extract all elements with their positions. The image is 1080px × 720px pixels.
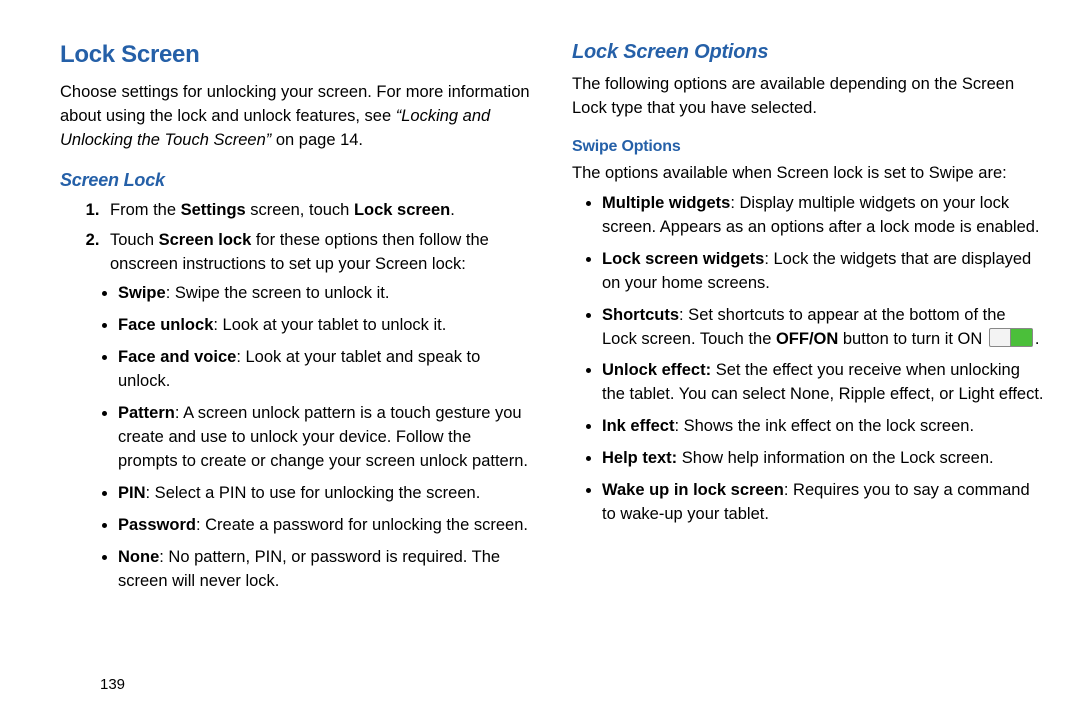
swipe-options-heading: Swipe Options xyxy=(572,135,1044,158)
intro-paragraph: Choose settings for unlocking your scree… xyxy=(60,81,532,153)
option-face-and-voice: Face and voice: Look at your tablet and … xyxy=(118,346,532,394)
option-pattern: Pattern: A screen unlock pattern is a to… xyxy=(118,402,532,474)
swipe-options-intro: The options available when Screen lock i… xyxy=(572,162,1044,186)
intro-text-b: on page 14. xyxy=(271,131,363,149)
right-column: Lock Screen Options The following option… xyxy=(572,30,1044,708)
opt-lock-screen-widgets: Lock screen widgets: Lock the widgets th… xyxy=(602,248,1044,296)
option-password: Password: Create a password for unlockin… xyxy=(118,514,532,538)
step1-c: screen, touch xyxy=(246,201,354,219)
option-pin: PIN: Select a PIN to use for unlocking t… xyxy=(118,482,532,506)
on-off-toggle-icon xyxy=(989,328,1033,347)
opt-wake-up: Wake up in lock screen: Requires you to … xyxy=(602,479,1044,527)
step1-a: From the xyxy=(110,201,181,219)
step-2: Touch Screen lock for these options then… xyxy=(104,229,532,277)
lock-screen-heading: Lock Screen xyxy=(60,38,532,73)
screen-lock-options-list: Swipe: Swipe the screen to unlock it. Fa… xyxy=(60,282,532,593)
screen-lock-steps: From the Settings screen, touch Lock scr… xyxy=(60,199,532,277)
opt-ink-effect: Ink effect: Shows the ink effect on the … xyxy=(602,415,1044,439)
options-intro: The following options are available depe… xyxy=(572,73,1044,121)
step1-e: . xyxy=(450,201,455,219)
opt-shortcuts: Shortcuts: Set shortcuts to appear at th… xyxy=(602,304,1044,352)
option-face-unlock: Face unlock: Look at your tablet to unlo… xyxy=(118,314,532,338)
lock-screen-options-heading: Lock Screen Options xyxy=(572,38,1044,67)
step-1: From the Settings screen, touch Lock scr… xyxy=(104,199,532,223)
option-swipe: Swipe: Swipe the screen to unlock it. xyxy=(118,282,532,306)
page-number: 139 xyxy=(100,674,125,696)
screen-lock-heading: Screen Lock xyxy=(60,167,532,193)
opt-multiple-widgets: Multiple widgets: Display multiple widge… xyxy=(602,192,1044,240)
step1-settings: Settings xyxy=(181,201,246,219)
option-none: None: No pattern, PIN, or password is re… xyxy=(118,546,532,594)
opt-unlock-effect: Unlock effect: Set the effect you receiv… xyxy=(602,359,1044,407)
swipe-options-list: Multiple widgets: Display multiple widge… xyxy=(572,192,1044,527)
opt-help-text: Help text: Show help information on the … xyxy=(602,447,1044,471)
step2-a: Touch xyxy=(110,231,159,249)
left-column: Lock Screen Choose settings for unlockin… xyxy=(60,30,532,708)
step2-screen-lock: Screen lock xyxy=(159,231,252,249)
step1-lock-screen: Lock screen xyxy=(354,201,450,219)
document-page: Lock Screen Choose settings for unlockin… xyxy=(0,0,1080,720)
